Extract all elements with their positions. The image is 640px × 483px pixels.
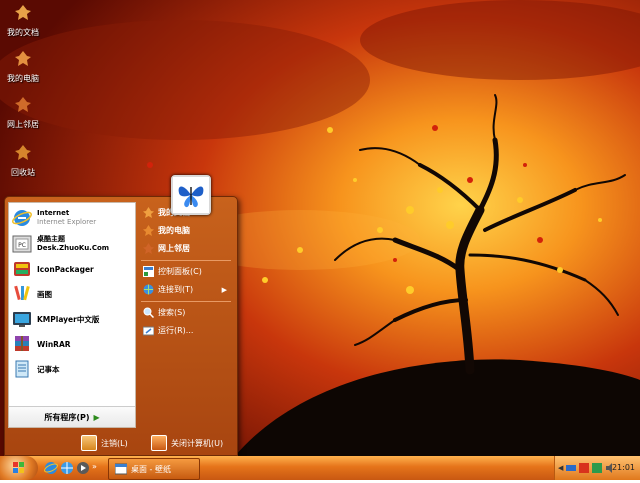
pinned-item-title: 桌酷主题 <box>37 235 65 243</box>
places-separator <box>141 301 231 302</box>
winrar-icon <box>15 336 29 351</box>
program-item-label: 记事本 <box>37 364 60 374</box>
iconpackager-icon <box>14 262 30 276</box>
desktop-icon-label: 回收站 <box>11 168 35 177</box>
paint-icon <box>14 285 30 301</box>
desktop-icon-label: 我的电脑 <box>7 74 39 83</box>
internet-explorer-icon <box>12 210 32 226</box>
program-item-iconpackager[interactable]: IconPackager <box>12 257 134 281</box>
places-separator <box>141 260 231 261</box>
folder-leaf-icon <box>143 207 154 218</box>
pinned-item-title: Internet <box>37 209 70 217</box>
windows-logo-icon <box>13 462 24 473</box>
quicklaunch-ie-icon[interactable] <box>44 461 58 475</box>
shutdown-button[interactable]: 关闭计算机(U) <box>151 435 224 451</box>
recycle-bin-icon <box>15 145 31 160</box>
start-menu-places-pane: 我的文档 我的电脑 网上邻居 控制面板(C) 连接到(T) ▶ 搜索(S) 运行… <box>137 202 233 426</box>
shutdown-label: 关闭计算机(U) <box>171 438 224 448</box>
butterfly-icon <box>173 177 209 213</box>
taskbar-window-button[interactable]: 桌面 - 壁纸 <box>108 458 200 480</box>
pinned-item-internet-explorer[interactable]: Internet Internet Explorer <box>12 206 134 230</box>
desktop-icon-label: 网上邻居 <box>7 120 39 129</box>
network-places-icon <box>15 97 31 112</box>
submenu-arrow-icon: ▶ <box>221 285 227 294</box>
explorer-window-icon <box>115 463 127 475</box>
desktop-icon-my-documents[interactable]: 我的文档 <box>0 4 46 38</box>
start-menu: Internet Internet Explorer PC 桌酷主题 Desk.Zh… <box>4 196 238 456</box>
control-panel-icon <box>143 266 154 277</box>
program-item-label: WinRAR <box>37 339 71 349</box>
places-item-label: 控制面板(C) <box>158 267 202 276</box>
quicklaunch-expand-icon[interactable]: » <box>92 462 97 471</box>
user-avatar[interactable] <box>171 175 211 215</box>
places-item-run[interactable]: 运行(R)... <box>143 323 231 338</box>
tray-expand-icon[interactable]: ◀ <box>558 464 563 472</box>
taskbar: » 桌面 - 壁纸 ◀ 21:01 <box>0 456 640 480</box>
pinned-item-subtitle: Internet Explorer <box>37 218 97 226</box>
desktop-icon-my-computer[interactable]: 我的电脑 <box>0 50 46 84</box>
places-item-label: 网上邻居 <box>158 244 190 253</box>
desktop-icon-label: 我的文档 <box>7 28 39 37</box>
network-leaf-icon <box>143 243 154 254</box>
quicklaunch-media-icon[interactable] <box>76 461 90 475</box>
start-menu-programs-pane: Internet Internet Explorer PC 桌酷主题 Desk.Zh… <box>8 202 136 428</box>
start-menu-footer: 注销(L) 关闭计算机(U) <box>5 431 237 455</box>
my-documents-icon <box>15 5 31 20</box>
places-item-label: 搜索(S) <box>158 308 186 317</box>
zhuoku-theme-icon: PC <box>12 235 32 253</box>
program-item-label: IconPackager <box>37 264 94 274</box>
places-item-connect-to[interactable]: 连接到(T) ▶ <box>143 282 231 297</box>
all-programs-button[interactable]: 所有程序(P) ▶ <box>9 406 135 427</box>
places-item-control-panel[interactable]: 控制面板(C) <box>143 264 231 279</box>
program-item-label: 画图 <box>37 289 52 299</box>
start-button[interactable] <box>0 456 38 480</box>
kmplayer-icon <box>13 312 31 327</box>
my-computer-icon <box>15 51 31 66</box>
network-tray-icon[interactable] <box>566 463 577 473</box>
logoff-label: 注销(L) <box>101 438 128 448</box>
places-item-label: 连接到(T) <box>158 285 194 294</box>
taskbar-window-title: 桌面 - 壁纸 <box>131 464 171 474</box>
key-icon <box>81 435 97 451</box>
program-item-kmplayer[interactable]: KMPlayer中文版 <box>12 307 134 331</box>
desktop-icon-network-places[interactable]: 网上邻居 <box>0 96 46 130</box>
all-programs-label: 所有程序(P) <box>44 412 90 422</box>
desktop-icon-recycle-bin[interactable]: 回收站 <box>0 144 46 178</box>
program-item-notepad[interactable]: 记事本 <box>12 357 134 381</box>
quicklaunch-globe-icon[interactable] <box>60 461 74 475</box>
pinned-item-subtitle: Desk.ZhuoKu.Com <box>37 244 110 252</box>
arrow-right-icon: ▶ <box>93 412 100 422</box>
antivirus-tray-icon[interactable] <box>592 463 603 473</box>
places-item-network[interactable]: 网上邻居 <box>143 241 231 256</box>
places-item-label: 我的电脑 <box>158 226 190 235</box>
places-item-my-computer[interactable]: 我的电脑 <box>143 223 231 238</box>
notepad-icon <box>15 360 29 378</box>
taskbar-clock[interactable]: 21:01 <box>612 463 635 472</box>
program-item-paint[interactable]: 画图 <box>12 282 134 306</box>
pinned-item-zhuoku-theme[interactable]: PC 桌酷主题 Desk.ZhuoKu.Com <box>12 232 134 256</box>
system-tray: ◀ 21:01 <box>554 456 640 480</box>
places-item-label: 运行(R)... <box>158 326 194 335</box>
search-icon <box>143 307 154 318</box>
computer-leaf-icon <box>143 225 154 236</box>
power-icon <box>151 435 167 451</box>
program-item-winrar[interactable]: WinRAR <box>12 332 134 356</box>
globe-icon <box>143 284 154 295</box>
program-item-label: KMPlayer中文版 <box>37 314 100 324</box>
svg-text:PC: PC <box>18 242 26 249</box>
places-item-search[interactable]: 搜索(S) <box>143 305 231 320</box>
logoff-button[interactable]: 注销(L) <box>81 435 128 451</box>
run-icon <box>143 326 154 336</box>
security-tray-icon[interactable] <box>579 463 590 473</box>
